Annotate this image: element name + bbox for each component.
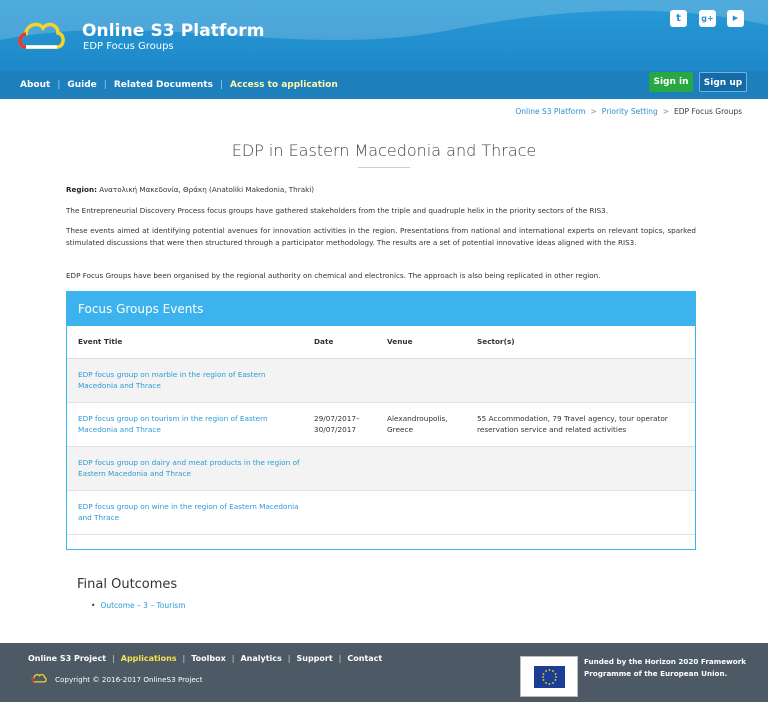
footer-link-support[interactable]: Support [296,654,332,663]
youtube-icon[interactable]: ▶ [727,10,744,27]
table-row: EDP focus group on tourism in the region… [67,402,695,446]
cloud-logo-icon[interactable] [16,17,66,53]
nav-separator: | [220,80,223,90]
column-header-venue: Venue [376,326,466,358]
events-table: Event Title Date Venue Sector(s) EDP foc… [67,326,695,535]
eu-logo [520,656,578,697]
brand-title[interactable]: Online S3 Platform [82,21,265,41]
region-label: Region: [66,185,97,194]
funding-line-2: Programme of the European Union. [584,668,754,680]
table-header-row: Event Title Date Venue Sector(s) [67,326,695,358]
google-plus-icon[interactable]: g+ [699,10,716,27]
event-date: 29/07/2017– 30/07/2017 [303,402,376,446]
final-outcomes-title: Final Outcomes [77,577,177,592]
nav-separator: | [57,80,60,90]
twitter-icon[interactable]: t [670,10,687,27]
event-venue [376,490,466,534]
breadcrumb-separator: > [591,107,597,116]
final-outcomes-list: • Outcome – 3 – Tourism [91,601,186,610]
footer-nav: Online S3 Project | Applications | Toolb… [28,654,382,663]
nav-separator: | [104,80,107,90]
table-row: EDP focus group on marble in the region … [67,358,695,402]
event-sectors [466,446,695,490]
nav-guide[interactable]: Guide [67,80,96,90]
column-header-sectors: Sector(s) [466,326,695,358]
footer-link-applications[interactable]: Applications [121,654,177,663]
event-title-link[interactable]: EDP focus group on dairy and meat produc… [78,458,300,478]
event-title-link[interactable]: EDP focus group on wine in the region of… [78,502,299,522]
organised-paragraph: EDP Focus Groups have been organised by … [66,270,696,282]
event-venue: Alexandroupolis, Greece [376,402,466,446]
footer-separator: | [339,654,342,663]
nav-about[interactable]: About [20,80,50,90]
breadcrumb: Online S3 Platform > Priority Setting > EDP … [515,107,742,116]
region-value: Ανατολική Μακεδονία, Θράκη (Anatoliki Ma… [97,185,314,194]
copyright-text: Copyright © 2016-2017 OnlineS3 Project [55,675,203,684]
sign-up-button[interactable]: Sign up [699,72,747,92]
page-title: EDP in Eastern Macedonia and Thrace [0,141,768,160]
footer-link-analytics[interactable]: Analytics [240,654,281,663]
intro-paragraph: The Entrepreneurial Discovery Process fo… [66,205,696,217]
event-title-link[interactable]: EDP focus group on marble in the region … [78,370,265,390]
breadcrumb-section[interactable]: Priority Setting [602,107,658,116]
footer-cloud-logo-icon [31,672,47,684]
footer-separator: | [183,654,186,663]
footer-separator: | [288,654,291,663]
footer-link-contact[interactable]: Contact [347,654,382,663]
funding-line-1: Funded by the Horizon 2020 Framework [584,656,754,668]
title-divider [358,167,410,168]
panel-title: Focus Groups Events [67,292,695,326]
outcome-link[interactable]: Outcome – 3 – Tourism [100,601,185,610]
event-date [303,446,376,490]
event-date [303,490,376,534]
bullet-icon: • [91,601,95,610]
event-date [303,358,376,402]
table-row: EDP focus group on dairy and meat produc… [67,446,695,490]
main-nav: About | Guide | Related Documents | Acce… [20,79,338,91]
brand-subtitle: EDP Focus Groups [83,41,174,52]
footer-separator: | [112,654,115,663]
breadcrumb-current: EDP Focus Groups [674,107,742,116]
event-sectors: 55 Accommodation, 79 Travel agency, tour… [466,402,695,446]
column-header-event-title: Event Title [67,326,303,358]
breadcrumb-home[interactable]: Online S3 Platform [515,107,585,116]
nav-access-application[interactable]: Access to application [230,80,338,90]
sign-in-button[interactable]: Sign in [649,72,693,92]
column-header-date: Date [303,326,376,358]
event-sectors [466,358,695,402]
footer-separator: | [232,654,235,663]
footer-link-project[interactable]: Online S3 Project [28,654,106,663]
footer-link-toolbox[interactable]: Toolbox [191,654,226,663]
funding-notice: Funded by the Horizon 2020 Framework Pro… [584,656,754,680]
nav-related-documents[interactable]: Related Documents [114,80,213,90]
event-title-link[interactable]: EDP focus group on tourism in the region… [78,414,268,434]
event-venue [376,358,466,402]
region-line: Region: Ανατολική Μακεδονία, Θράκη (Anat… [66,184,696,196]
breadcrumb-separator: > [663,107,669,116]
events-paragraph: These events aimed at identifying potent… [66,225,696,249]
event-sectors [466,490,695,534]
focus-groups-panel: Focus Groups Events Event Title Date Ven… [66,291,696,550]
eu-flag-icon [534,666,565,688]
table-row: EDP focus group on wine in the region of… [67,490,695,534]
event-venue [376,446,466,490]
